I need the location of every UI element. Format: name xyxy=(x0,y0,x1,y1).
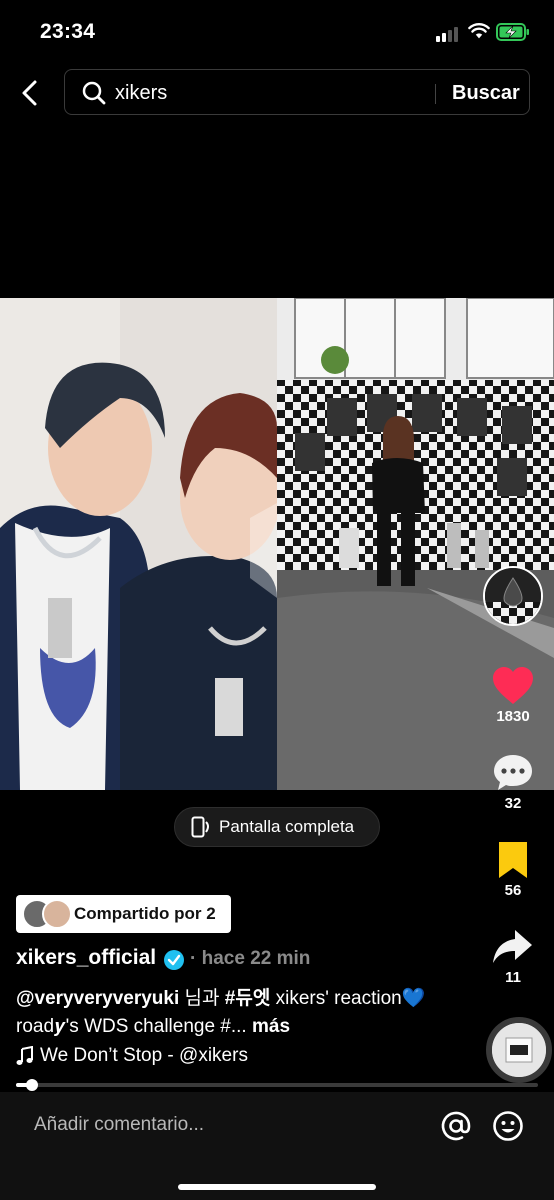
comment-count: 32 xyxy=(504,795,522,812)
verified-badge-icon xyxy=(164,950,184,970)
blue-heart-emoji: 💙 xyxy=(401,988,426,1009)
shared-by-label: Compartido por 2 xyxy=(74,904,216,923)
save-count: 56 xyxy=(504,882,522,899)
caption-mention[interactable]: @veryveryveryuki xyxy=(16,988,179,1009)
home-indicator xyxy=(178,1184,376,1190)
music-info[interactable]: We Don’t Stop - @xikers xyxy=(16,1045,248,1067)
bookmark-icon[interactable] xyxy=(491,840,535,880)
like-heart-icon[interactable] xyxy=(491,666,535,706)
music-note-icon xyxy=(16,1046,33,1065)
video-progress-handle[interactable] xyxy=(26,1079,38,1091)
post-caption[interactable]: @veryveryveryuki 님과 #듀엣 xikers' reaction… xyxy=(16,985,456,1041)
like-count: 1830 xyxy=(496,708,530,725)
caption-text: road𝒚's WDS challenge #... xyxy=(16,1016,247,1037)
fullscreen-label: Pantalla completa xyxy=(219,817,355,836)
search-input[interactable]: xikers xyxy=(115,82,167,105)
music-title: We Don’t Stop - @xikers xyxy=(40,1045,248,1066)
emoji-smile-icon[interactable] xyxy=(492,1110,524,1142)
search-submit-button[interactable]: Buscar xyxy=(446,82,526,105)
search-icon xyxy=(82,81,106,105)
caption-more-link[interactable]: más xyxy=(247,1016,290,1037)
comment-input[interactable]: Añadir comentario... xyxy=(34,1114,204,1136)
caption-hashtag[interactable]: #듀엣 xyxy=(225,988,271,1009)
video-left-panel xyxy=(0,298,277,790)
fullscreen-button[interactable]: Pantalla completa xyxy=(174,807,380,847)
post-username[interactable]: xikers_official xyxy=(16,946,156,970)
rotate-phone-icon xyxy=(191,816,209,838)
share-arrow-icon[interactable] xyxy=(491,927,535,967)
video-player[interactable] xyxy=(0,298,554,790)
status-time: 23:34 xyxy=(40,20,96,43)
search-divider xyxy=(435,84,436,104)
duet-left-frame-image xyxy=(0,298,277,790)
creator-avatar[interactable] xyxy=(483,566,543,626)
shared-by-chip[interactable]: Compartido por 2 xyxy=(16,895,231,933)
caption-text: xikers' reaction xyxy=(270,988,402,1009)
share-count: 11 xyxy=(505,969,521,986)
video-progress-track[interactable] xyxy=(16,1083,538,1087)
sharer-avatar xyxy=(42,899,72,929)
comment-bubble-icon[interactable] xyxy=(491,753,535,793)
music-disc-icon[interactable] xyxy=(486,1017,552,1083)
post-age: · hace 22 min xyxy=(190,948,311,969)
mention-at-icon[interactable] xyxy=(440,1110,472,1142)
battery-charging-icon xyxy=(496,23,529,41)
back-chevron-icon[interactable] xyxy=(16,78,46,108)
cellular-signal-icon xyxy=(436,24,462,42)
caption-text: 님과 xyxy=(179,988,225,1009)
creator-avatar-image xyxy=(485,568,541,624)
wifi-icon xyxy=(468,23,490,39)
